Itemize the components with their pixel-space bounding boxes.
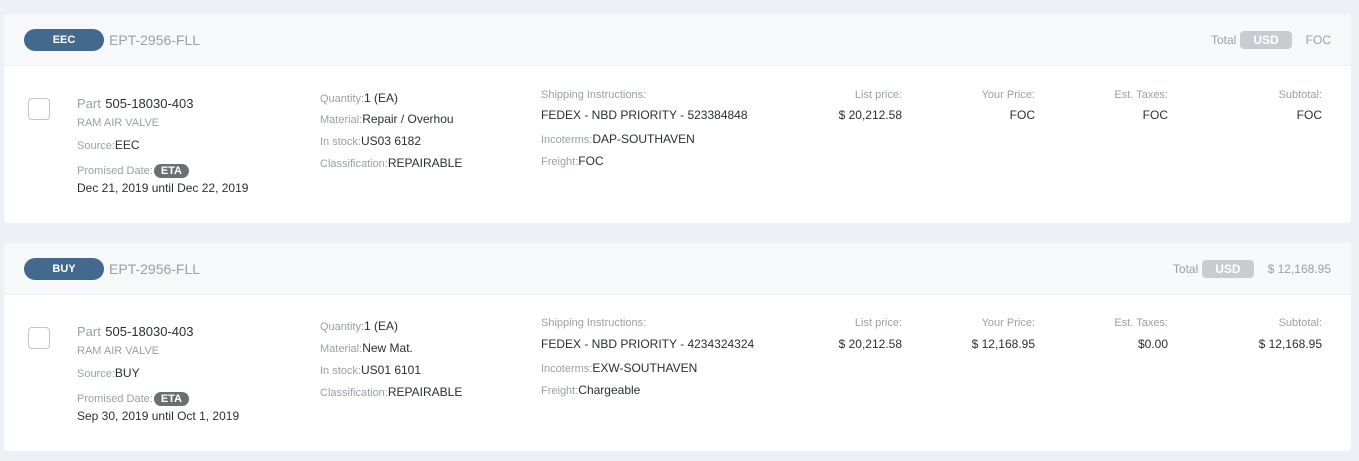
subtotal-label: Subtotal: bbox=[1278, 317, 1322, 329]
incoterms: Incoterms:DAP-SOUTHAVEN bbox=[541, 130, 695, 148]
total-label: Total bbox=[1210, 33, 1237, 47]
order-line: Part 505-18030-403 RAM AIR VALVE Source:… bbox=[4, 295, 1351, 452]
eta-badge: ETA bbox=[153, 392, 189, 406]
freight-label: Freight: bbox=[541, 385, 579, 397]
material: Material:Repair / Overhou bbox=[320, 110, 454, 128]
incoterms-label: Incoterms: bbox=[541, 134, 593, 146]
in-stock: In stock:US03 6182 bbox=[320, 132, 421, 150]
est-taxes-value: $0.00 bbox=[1137, 337, 1168, 351]
order-type-pill[interactable]: EEC bbox=[24, 29, 104, 51]
source: Source:BUY bbox=[77, 364, 140, 382]
quantity-value: 1 (EA) bbox=[364, 319, 399, 333]
your-price-value: $ 12,168.95 bbox=[971, 337, 1035, 351]
classification: Classification:REPAIRABLE bbox=[320, 154, 462, 172]
material-label: Material: bbox=[320, 114, 363, 126]
list-price-value: $ 20,212.58 bbox=[838, 337, 902, 351]
classification-label: Classification: bbox=[320, 158, 388, 170]
your-price-label: Your Price: bbox=[981, 89, 1035, 101]
in-stock-label: In stock: bbox=[320, 136, 361, 148]
classification-value: REPAIRABLE bbox=[387, 156, 463, 170]
currency-badge: USD bbox=[1240, 31, 1292, 49]
promised-date: Promised Date: ETA bbox=[77, 389, 189, 407]
est-taxes-value: FOC bbox=[1142, 108, 1168, 122]
freight-value: FOC bbox=[578, 154, 604, 168]
quantity: Quantity:1 (EA) bbox=[320, 89, 398, 107]
part-description: RAM AIR VALVE bbox=[77, 345, 160, 357]
est-taxes-label: Est. Taxes: bbox=[1114, 89, 1168, 101]
list-price-value: $ 20,212.58 bbox=[838, 108, 902, 122]
promised-date-label: Promised Date: bbox=[77, 393, 153, 405]
source-label: Source: bbox=[77, 368, 115, 380]
part-number: Part 505-18030-403 bbox=[77, 95, 194, 113]
in-stock-value: US03 6182 bbox=[360, 134, 422, 148]
source: Source:EEC bbox=[77, 136, 140, 154]
order-type-pill[interactable]: BUY bbox=[24, 258, 104, 280]
your-price-label: Your Price: bbox=[981, 317, 1035, 329]
shipping-instructions-label: Shipping Instructions: bbox=[541, 89, 647, 101]
currency-badge: USD bbox=[1202, 260, 1254, 278]
your-price-value: FOC bbox=[1009, 108, 1035, 122]
incoterms-value: DAP-SOUTHAVEN bbox=[592, 132, 695, 146]
eta-badge: ETA bbox=[153, 164, 189, 178]
quantity-label: Quantity: bbox=[320, 321, 365, 333]
material-value: Repair / Overhou bbox=[362, 112, 454, 126]
freight: Freight:Chargeable bbox=[541, 381, 640, 399]
order-card-header: BUY EPT-2956-FLL Total USD $ 12,168.95 bbox=[4, 243, 1351, 295]
part-description: RAM AIR VALVE bbox=[77, 117, 160, 129]
subtotal-value: $ 12,168.95 bbox=[1258, 337, 1322, 351]
classification: Classification:REPAIRABLE bbox=[320, 383, 462, 401]
freight-label: Freight: bbox=[541, 156, 579, 168]
promised-date: Promised Date: ETA bbox=[77, 161, 189, 179]
order-card-eec: EEC EPT-2956-FLL Total USD FOC Part 505-… bbox=[4, 14, 1351, 223]
list-price-label: List price: bbox=[854, 89, 902, 101]
in-stock-label: In stock: bbox=[320, 365, 361, 377]
total-value: $ 12,168.95 bbox=[1267, 262, 1331, 276]
est-taxes-label: Est. Taxes: bbox=[1114, 317, 1168, 329]
freight-value: Chargeable bbox=[578, 383, 641, 397]
order-number[interactable]: EPT-2956-FLL bbox=[109, 261, 200, 277]
source-value: EEC bbox=[114, 138, 140, 152]
part-number: Part 505-18030-403 bbox=[77, 323, 194, 341]
quantity-label: Quantity: bbox=[320, 93, 365, 105]
part-label: Part bbox=[77, 324, 101, 339]
order-total: Total USD FOC bbox=[1211, 31, 1331, 49]
source-label: Source: bbox=[77, 140, 115, 152]
incoterms: Incoterms:EXW-SOUTHAVEN bbox=[541, 359, 697, 377]
promised-date-range: Dec 21, 2019 until Dec 22, 2019 bbox=[77, 181, 249, 195]
material-value: New Mat. bbox=[362, 341, 413, 355]
order-number[interactable]: EPT-2956-FLL bbox=[109, 32, 200, 48]
in-stock-value: US01 6101 bbox=[360, 363, 422, 377]
total-value: FOC bbox=[1305, 33, 1331, 47]
quantity-value: 1 (EA) bbox=[364, 91, 399, 105]
quantity: Quantity:1 (EA) bbox=[320, 317, 398, 335]
order-card-buy: BUY EPT-2956-FLL Total USD $ 12,168.95 P… bbox=[4, 243, 1351, 451]
source-value: BUY bbox=[114, 366, 140, 380]
list-price-label: List price: bbox=[854, 317, 902, 329]
promised-date-range: Sep 30, 2019 until Oct 1, 2019 bbox=[77, 409, 240, 423]
material: Material:New Mat. bbox=[320, 339, 413, 357]
promised-date-label: Promised Date: bbox=[77, 165, 153, 177]
classification-value: REPAIRABLE bbox=[387, 385, 463, 399]
incoterms-value: EXW-SOUTHAVEN bbox=[592, 361, 698, 375]
total-label: Total bbox=[1172, 262, 1199, 276]
freight: Freight:FOC bbox=[541, 152, 604, 170]
incoterms-label: Incoterms: bbox=[541, 363, 593, 375]
part-value[interactable]: 505-18030-403 bbox=[105, 324, 193, 339]
shipping-instructions-value: FEDEX - NBD PRIORITY - 523384848 bbox=[541, 108, 748, 122]
order-card-header: EEC EPT-2956-FLL Total USD FOC bbox=[4, 14, 1351, 66]
line-select-checkbox[interactable] bbox=[28, 327, 50, 349]
order-total: Total USD $ 12,168.95 bbox=[1173, 260, 1331, 278]
in-stock: In stock:US01 6101 bbox=[320, 361, 421, 379]
shipping-instructions-label: Shipping Instructions: bbox=[541, 317, 647, 329]
part-label: Part bbox=[77, 96, 101, 111]
line-select-checkbox[interactable] bbox=[28, 98, 50, 120]
subtotal-label: Subtotal: bbox=[1278, 89, 1322, 101]
part-value[interactable]: 505-18030-403 bbox=[105, 96, 193, 111]
order-line: Part 505-18030-403 RAM AIR VALVE Source:… bbox=[4, 66, 1351, 223]
subtotal-value: FOC bbox=[1296, 108, 1322, 122]
material-label: Material: bbox=[320, 343, 363, 355]
classification-label: Classification: bbox=[320, 387, 388, 399]
shipping-instructions-value: FEDEX - NBD PRIORITY - 4234324324 bbox=[541, 337, 755, 351]
